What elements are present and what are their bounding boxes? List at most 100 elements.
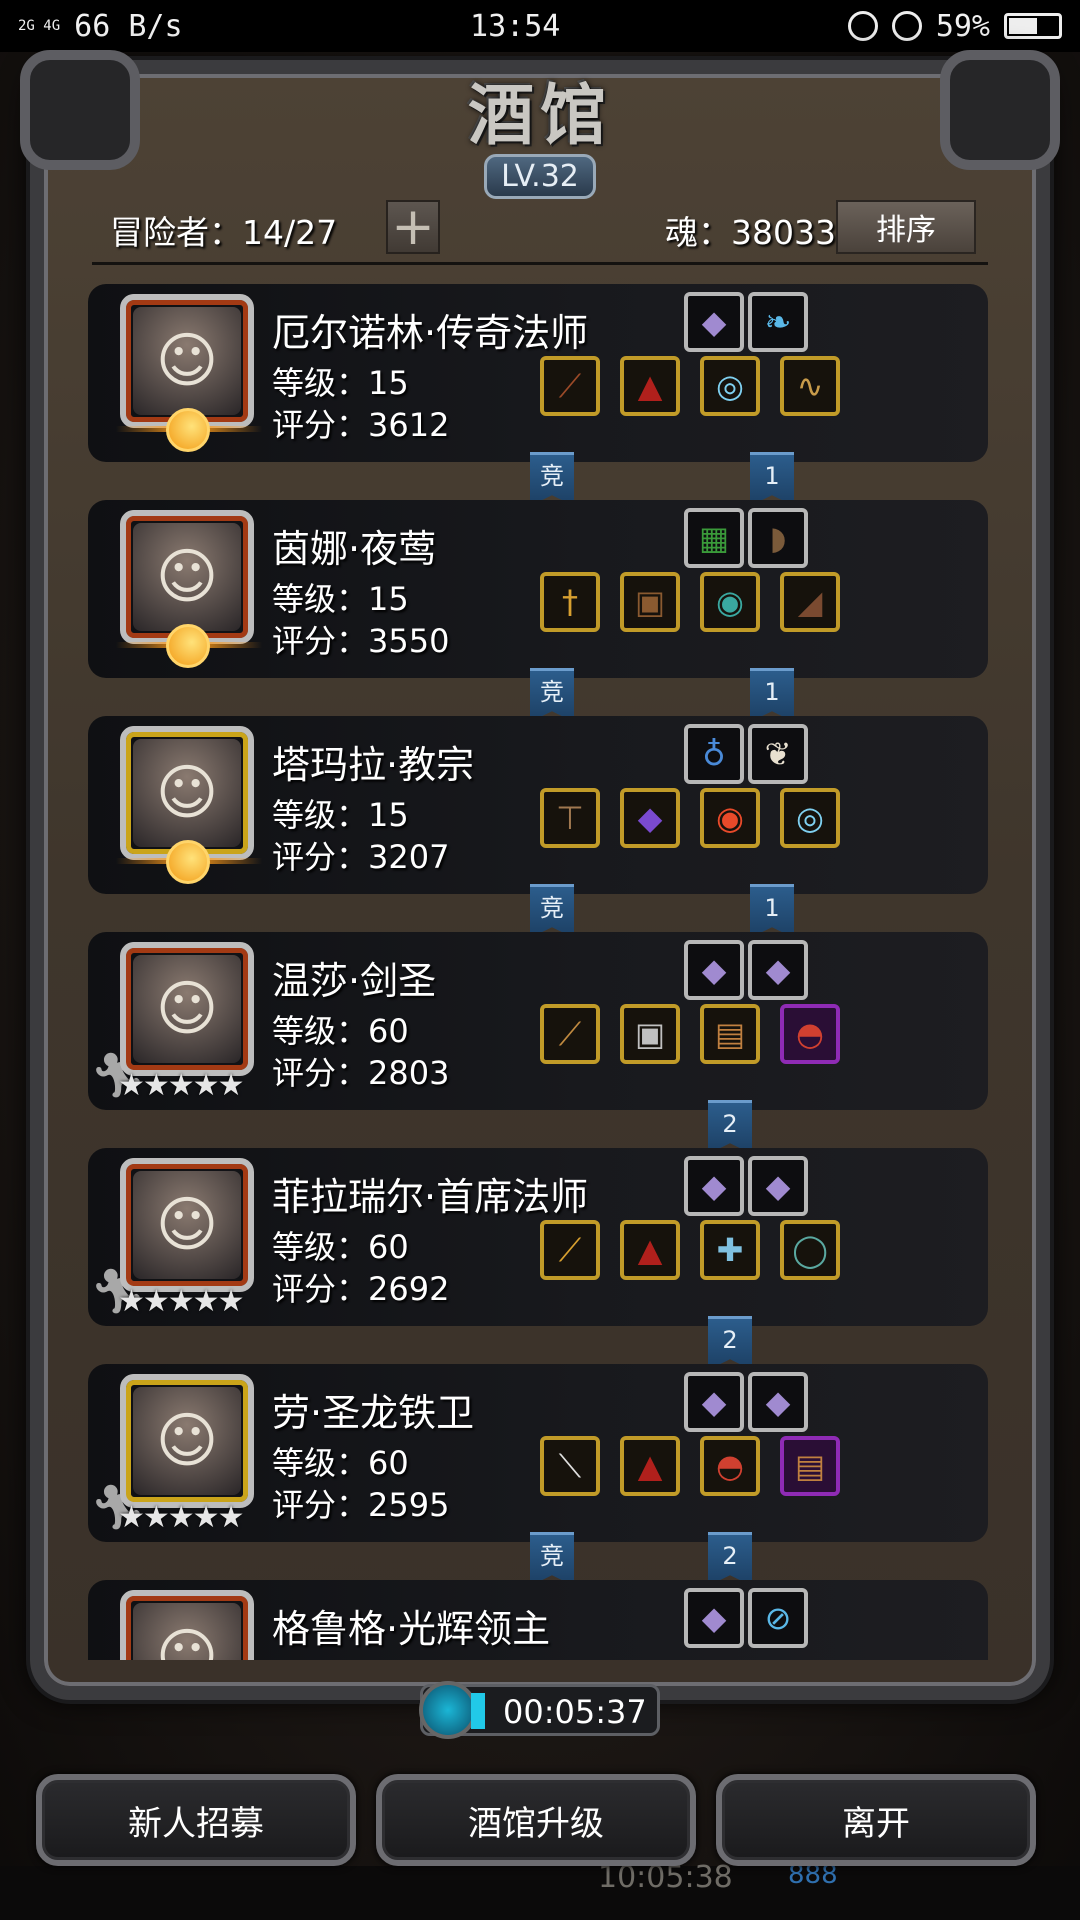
rotation-lock-icon	[847, 11, 878, 41]
jade-ring-icon[interactable]: ◯	[780, 1220, 840, 1280]
hero-level: 等级：15	[272, 364, 409, 402]
hero-score: 评分：2803	[272, 1054, 450, 1092]
crystal-icon[interactable]: ◆	[684, 1372, 744, 1432]
blue-bird-icon[interactable]: ❧	[748, 292, 808, 352]
scroll-icon[interactable]: ▤	[780, 1436, 840, 1496]
recruit-button[interactable]: 新人招募	[36, 1774, 356, 1866]
crystal-icon[interactable]: ◆	[684, 292, 744, 352]
crystal-icon[interactable]: ◆	[748, 940, 808, 1000]
portrait-face-icon: ☺	[133, 523, 241, 631]
running-icon: 🏃︎	[90, 1480, 146, 1536]
hero-name: 塔玛拉·教宗	[272, 743, 475, 787]
sort-button[interactable]: 排序	[836, 200, 976, 254]
signal-icon: 2G 4G	[18, 18, 61, 34]
running-icon: 🏃︎	[90, 1264, 146, 1320]
upgrade-tavern-button[interactable]: 酒馆升级	[376, 1774, 696, 1866]
boots-icon[interactable]: ◢	[780, 572, 840, 632]
hero-card[interactable]: ☺ 塔玛拉·教宗 等级：15 评分：3207 ♁ ❦ ⊤ ◆ ◉ ◎ 竞 1	[88, 712, 988, 938]
ruby-ring-icon[interactable]: ◉	[700, 788, 760, 848]
timer-progress	[471, 1693, 485, 1729]
page-title: 酒馆	[468, 77, 612, 154]
green-tome-icon[interactable]: ▦	[684, 508, 744, 568]
hero-card[interactable]: 🏃︎☺★★★★★劳·圣龙铁卫等级：60评分：2595◆◆⟍▲◓▤竞2	[88, 1360, 988, 1586]
leave-button[interactable]: 离开	[716, 1774, 1036, 1866]
network-speed: 66 B/s	[74, 8, 183, 44]
portrait-face-icon: ☺	[133, 307, 241, 415]
refresh-timer: 00:05:37	[419, 1681, 660, 1739]
hero-level: 等级：60	[272, 1228, 409, 1266]
golden-staff-icon[interactable]: ⟋	[540, 1220, 600, 1280]
bracer-icon[interactable]: ⊘	[748, 1588, 808, 1648]
robe-icon[interactable]: ▲	[620, 1436, 680, 1496]
ring-icon[interactable]: ◎	[780, 788, 840, 848]
gauntlet-icon[interactable]: ◗	[748, 508, 808, 568]
hammer-icon[interactable]: ⊤	[540, 788, 600, 848]
hero-name: 劳·圣龙铁卫	[272, 1391, 475, 1435]
feather-icon[interactable]: ❦	[748, 724, 808, 784]
crescent-moon-icon	[166, 624, 210, 668]
crystal-icon[interactable]: ◆	[748, 1156, 808, 1216]
dagger-icon[interactable]: †	[540, 572, 600, 632]
helmet-icon[interactable]: ◓	[700, 1436, 760, 1496]
hero-list[interactable]: ☺ 厄尔诺林·传奇法师 等级：15 评分：3612 ◆ ❧ ⟋ ▲ ◎ ∿ 竞 1 ☺ 茵娜·夜莺 等级：1…	[88, 280, 988, 1660]
crescent-moon-icon	[166, 408, 210, 452]
dark-warrior-portrait[interactable]: ☺	[120, 1590, 254, 1660]
tavern-level-badge: LV.32	[484, 154, 596, 199]
hero-score: 评分：3207	[272, 838, 450, 876]
background-dock	[0, 1866, 1080, 1920]
leather-armor-icon[interactable]: ▣	[620, 572, 680, 632]
status-left: 2G 4G 66 B/s	[18, 9, 183, 44]
bottom-button-row: 新人招募 酒馆升级 离开	[36, 1774, 1044, 1866]
crescent-moon-icon	[166, 840, 210, 884]
hooded-mage-portrait[interactable]: ☺	[120, 1158, 254, 1292]
star-rating: ★★★★★	[118, 1068, 244, 1103]
amulet-icon[interactable]: ♁	[684, 724, 744, 784]
staff-icon[interactable]: ⟋	[540, 356, 600, 416]
hero-level: 等级：60	[272, 1444, 409, 1482]
hero-card[interactable]: 🏃︎☺★★★★★温莎·剑圣等级：60评分：2803◆◆⟋▣▤◓2	[88, 928, 988, 1154]
hero-name: 厄尔诺林·传奇法师	[272, 311, 589, 355]
status-right: 59%	[847, 9, 1062, 44]
crystal-icon[interactable]: ◆	[748, 1372, 808, 1432]
scroll-icon[interactable]: ▤	[700, 1004, 760, 1064]
robe-icon[interactable]: ▲	[620, 1220, 680, 1280]
cross-amulet-icon[interactable]: ✚	[700, 1220, 760, 1280]
hero-level: 等级：60	[272, 1012, 409, 1050]
hero-card[interactable]: ☺ 格鲁格·光辉领主 ◆ ⊘	[88, 1576, 988, 1660]
hero-name: 温莎·剑圣	[272, 959, 437, 1003]
soul-currency: 魂：38033	[665, 213, 836, 252]
sword-icon[interactable]: ⟋	[540, 1004, 600, 1064]
hero-card[interactable]: ☺ 厄尔诺林·传奇法师 等级：15 评分：3612 ◆ ❧ ⟋ ▲ ◎ ∿ 竞 1	[88, 280, 988, 506]
portrait-face-icon: ☺	[133, 1387, 241, 1495]
chest-armor-icon[interactable]: ▣	[620, 1004, 680, 1064]
portrait-face-icon: ☺	[133, 739, 241, 847]
title-plate: 酒馆 LV.32	[440, 62, 640, 199]
battery-fill	[1009, 18, 1037, 34]
greatsword-icon[interactable]: ⟍	[540, 1436, 600, 1496]
hero-name: 茵娜·夜莺	[272, 527, 437, 571]
crystal-icon[interactable]: ◆	[684, 940, 744, 1000]
bearded-warrior-portrait[interactable]: ☺	[120, 1374, 254, 1508]
adventurer-count: 冒险者：14/27	[110, 213, 338, 252]
hero-card[interactable]: ☺ 茵娜·夜莺 等级：15 评分：3550 ▦ ◗ † ▣ ◉ ◢ 竞 1	[88, 496, 988, 722]
emerald-ring-icon[interactable]: ◉	[700, 572, 760, 632]
necklace-icon[interactable]: ∿	[780, 356, 840, 416]
star-rating: ★★★★★	[118, 1284, 244, 1319]
hero-level: 等级：15	[272, 796, 409, 834]
add-adventurer-slot-button[interactable]: +	[386, 197, 440, 257]
purple-armor-icon[interactable]: ◆	[620, 788, 680, 848]
ring-icon[interactable]: ◎	[700, 356, 760, 416]
portrait-face-icon: ☺	[133, 1603, 241, 1660]
crystal-icon[interactable]: ◆	[684, 1588, 744, 1648]
helmet-icon[interactable]: ◓	[780, 1004, 840, 1064]
timer-text: 00:05:37	[503, 1693, 647, 1731]
robe-icon[interactable]: ▲	[620, 356, 680, 416]
hero-score: 评分：3550	[272, 622, 450, 660]
frame-corner-top-left	[20, 50, 140, 170]
hero-card[interactable]: 🏃︎☺★★★★★菲拉瑞尔·首席法师等级：60评分：2692◆◆⟋▲✚◯2	[88, 1144, 988, 1370]
crystal-icon[interactable]: ◆	[684, 1156, 744, 1216]
hooded-woman-portrait[interactable]: ☺	[120, 942, 254, 1076]
frame-corner-top-right	[940, 50, 1060, 170]
header-divider	[92, 262, 988, 265]
header-row: 冒险者：14/27 + 魂：38033 排序	[90, 197, 990, 260]
